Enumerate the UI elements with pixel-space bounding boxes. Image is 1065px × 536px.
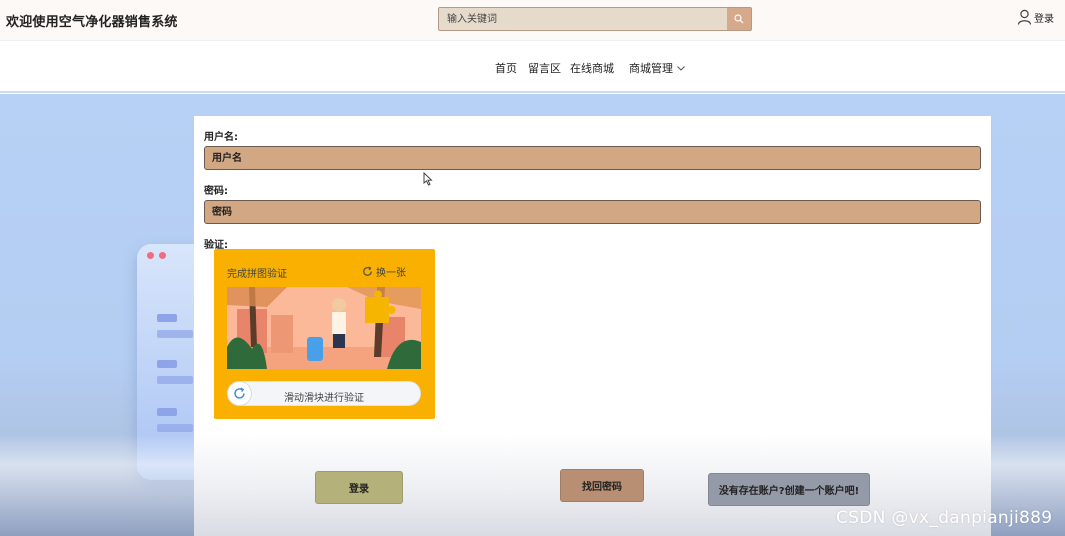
captcha-refresh-button[interactable]: 换一张 — [362, 264, 406, 279]
password-label: 密码: — [204, 186, 228, 197]
captcha-title: 完成拼图验证 — [227, 269, 287, 280]
search-input[interactable] — [439, 8, 727, 30]
nav-item-mall-management[interactable]: 商城管理 — [629, 60, 685, 76]
search-icon — [734, 14, 744, 24]
nav-item-message-board[interactable]: 留言区 — [528, 60, 561, 76]
site-title: 欢迎使用空气净化器销售系统 — [6, 15, 178, 30]
mouse-cursor-icon — [423, 172, 433, 186]
header-login-link[interactable]: 登录 — [1017, 9, 1054, 25]
username-label: 用户名: — [204, 132, 238, 143]
login-form-card: 用户名: 密码: 验证: 完成拼图验证 换一张 — [194, 116, 991, 536]
password-input[interactable] — [204, 200, 981, 224]
user-icon — [1017, 9, 1032, 25]
nav-item-mall-management-label: 商城管理 — [629, 62, 673, 75]
refresh-icon — [363, 266, 372, 276]
main-nav: 首页 留言区 在线商城 商城管理 — [0, 41, 1065, 93]
captcha-slider-text: 滑动滑块进行验证 — [284, 393, 364, 404]
captcha-refresh-label: 换一张 — [376, 268, 406, 279]
header-login-label: 登录 — [1034, 13, 1054, 25]
username-input[interactable] — [204, 146, 981, 170]
find-password-button[interactable]: 找回密码 — [560, 469, 644, 502]
captcha-slider-track[interactable]: 滑动滑块进行验证 — [227, 381, 421, 406]
login-button[interactable]: 登录 — [315, 471, 403, 504]
create-account-button[interactable]: 没有存在账户?创建一个账户吧! — [708, 473, 870, 506]
nav-item-home[interactable]: 首页 — [495, 60, 517, 76]
nav-item-online-mall[interactable]: 在线商城 — [570, 60, 614, 76]
captcha-puzzle-image — [227, 287, 421, 369]
chevron-down-icon — [677, 66, 685, 71]
puzzle-captcha: 完成拼图验证 换一张 滑动滑块进行验证 — [214, 249, 435, 419]
watermark-text: CSDN @vx_danpianji889 — [836, 508, 1053, 528]
search-bar — [438, 7, 752, 31]
search-button[interactable] — [727, 8, 751, 30]
top-header: 欢迎使用空气净化器销售系统 登录 — [0, 0, 1065, 41]
